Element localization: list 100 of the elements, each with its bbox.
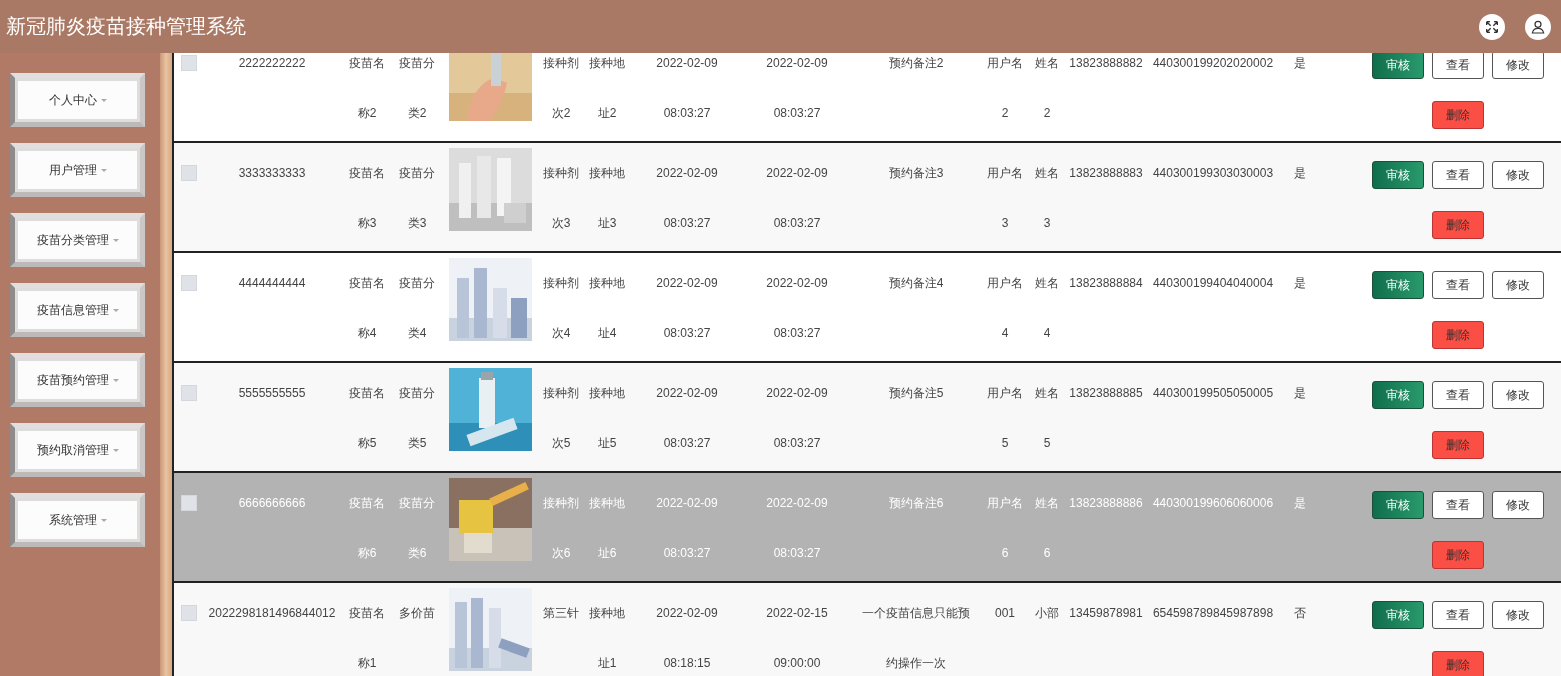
table-cell: 多价苗 [399, 606, 435, 620]
menu-item[interactable]: 疫苗分类管理 [10, 213, 145, 267]
table-cell: 姓名6 [1035, 496, 1059, 560]
table-cell: 否 [1294, 606, 1306, 620]
table-row[interactable]: 2022298181496844012 疫苗名称1 多价苗 第三针 接种地址1 2022-02-09 08:18:15 2022-02-15 09:00:00 一个疫苗信息只能预约操作一次 001 小部 13459878981 654598789845987898 否 审核 查看 修改 删除 [174, 583, 1561, 676]
view-button[interactable]: 查看 [1432, 161, 1484, 189]
menu-item[interactable]: 预约取消管理 [10, 423, 145, 477]
table-row[interactable]: 3333333333 疫苗名称3 疫苗分类3 接种剂次3 接种地址3 2022-02-09 08:03:27 2022-02-09 08:03:27 预约备注3 用户名3 姓名3 13823888883 440300199303030003 是 审核 查看 修改 删除 [174, 143, 1561, 253]
table-cell: 3333333333 [238, 166, 306, 180]
edit-button[interactable]: 修改 [1492, 161, 1544, 189]
table-cell: 是 [1294, 56, 1306, 70]
table-cell: 接种剂次2 [543, 56, 579, 120]
table-cell: 接种地址2 [589, 56, 625, 120]
row-checkbox[interactable] [181, 55, 197, 71]
table-cell: 疫苗名称2 [349, 56, 385, 120]
row-checkbox[interactable] [181, 495, 197, 511]
table-cell: 预约备注5 [888, 386, 944, 400]
table-cell: 是 [1294, 166, 1306, 180]
view-button[interactable]: 查看 [1432, 271, 1484, 299]
table-cell: 2022-02-15 09:00:00 [766, 606, 828, 670]
view-button[interactable]: 查看 [1432, 601, 1484, 629]
table-cell: 13823888885 [1069, 386, 1143, 400]
approve-button[interactable]: 审核 [1372, 601, 1424, 629]
table-cell: 姓名5 [1035, 386, 1059, 450]
table-cell: 6666666666 [238, 496, 306, 510]
table-cell: 疫苗分类4 [399, 276, 435, 340]
view-button[interactable]: 查看 [1432, 381, 1484, 409]
table-cell: 接种地址6 [589, 496, 625, 560]
table-cell: 预约备注4 [888, 276, 944, 290]
delete-button[interactable]: 删除 [1432, 211, 1484, 239]
table-cell: 用户名4 [987, 276, 1023, 340]
edit-button[interactable]: 修改 [1492, 53, 1544, 79]
table-cell: 440300199202020002 [1152, 56, 1274, 70]
table-cell: 第三针 [543, 606, 579, 620]
table-cell: 001 [995, 606, 1015, 620]
delete-button[interactable]: 删除 [1432, 651, 1484, 676]
menu-item[interactable]: 系统管理 [10, 493, 145, 547]
table-row[interactable]: 6666666666 疫苗名称6 疫苗分类6 接种剂次6 接种地址6 2022-02-09 08:03:27 2022-02-09 08:03:27 预约备注6 用户名6 姓名6 13823888886 440300199606060006 是 审核 查看 修改 删除 [174, 473, 1561, 583]
view-button[interactable]: 查看 [1432, 491, 1484, 519]
table-cell: 2022-02-09 08:03:27 [656, 496, 718, 560]
table-cell: 接种地址3 [589, 166, 625, 230]
table-cell: 2022-02-09 08:18:15 [656, 606, 718, 670]
view-button[interactable]: 查看 [1432, 53, 1484, 79]
table-cell: 440300199303030003 [1152, 166, 1274, 180]
table-cell: 疫苗名称6 [349, 496, 385, 560]
user-icon[interactable] [1525, 13, 1551, 40]
row-checkbox[interactable] [181, 275, 197, 291]
table-cell: 2022-02-09 08:03:27 [766, 496, 828, 560]
edit-button[interactable]: 修改 [1492, 601, 1544, 629]
menu-item[interactable]: 个人中心 [10, 73, 145, 127]
menu-item[interactable]: 疫苗预约管理 [10, 353, 145, 407]
table-cell: 是 [1294, 386, 1306, 400]
table-cell: 用户名5 [987, 386, 1023, 450]
table-cell: 预约备注6 [888, 496, 944, 510]
row-checkbox[interactable] [181, 605, 197, 621]
table-cell: 疫苗分类5 [399, 386, 435, 450]
table-cell: 疫苗名称3 [349, 166, 385, 230]
table-cell: 440300199404040004 [1152, 276, 1274, 290]
table-cell: 2022-02-09 08:03:27 [766, 166, 828, 230]
table-cell: 接种地址4 [589, 276, 625, 340]
table-row[interactable]: 2222222222 疫苗名称2 疫苗分类2 接种剂次2 接种地址2 2022-02-09 08:03:27 2022-02-09 08:03:27 预约备注2 用户名2 姓名2 13823888882 440300199202020002 是 审核 查看 修改 删除 [174, 53, 1561, 143]
edit-button[interactable]: 修改 [1492, 381, 1544, 409]
table-cell: 2222222222 [238, 56, 306, 70]
table-cell: 2022-02-09 08:03:27 [766, 56, 828, 120]
table-cell: 13823888886 [1069, 496, 1143, 510]
table-cell: 姓名3 [1035, 166, 1059, 230]
approve-button[interactable]: 审核 [1372, 161, 1424, 189]
delete-button[interactable]: 删除 [1432, 321, 1484, 349]
delete-button[interactable]: 删除 [1432, 541, 1484, 569]
approve-button[interactable]: 审核 [1372, 491, 1424, 519]
menu-item[interactable]: 疫苗信息管理 [10, 283, 145, 337]
table-cell: 疫苗名称4 [349, 276, 385, 340]
table-cell: 2022-02-09 08:03:27 [656, 166, 718, 230]
approve-button[interactable]: 审核 [1372, 53, 1424, 79]
approve-button[interactable]: 审核 [1372, 271, 1424, 299]
menu-item[interactable]: 用户管理 [10, 143, 145, 197]
table-cell: 2022-02-09 08:03:27 [766, 276, 828, 340]
table-cell: 预约备注3 [888, 166, 944, 180]
table-cell: 5555555555 [238, 386, 306, 400]
edit-button[interactable]: 修改 [1492, 271, 1544, 299]
table-cell: 接种剂次6 [543, 496, 579, 560]
approve-button[interactable]: 审核 [1372, 381, 1424, 409]
table-cell: 654598789845987898 [1152, 606, 1274, 620]
edit-button[interactable]: 修改 [1492, 491, 1544, 519]
table-cell: 是 [1294, 276, 1306, 290]
table-cell: 4444444444 [238, 276, 306, 290]
delete-button[interactable]: 删除 [1432, 431, 1484, 459]
table-cell: 用户名2 [987, 56, 1023, 120]
delete-button[interactable]: 删除 [1432, 101, 1484, 129]
table-cell: 疫苗分类3 [399, 166, 435, 230]
table-cell: 13459878981 [1069, 606, 1143, 620]
row-checkbox[interactable] [181, 165, 197, 181]
row-checkbox[interactable] [181, 385, 197, 401]
table-cell: 接种地址5 [589, 386, 625, 450]
table-cell: 疫苗名称5 [349, 386, 385, 450]
table-cell: 姓名4 [1035, 276, 1059, 340]
table-cell: 2022-02-09 08:03:27 [766, 386, 828, 450]
table-row[interactable]: 5555555555 疫苗名称5 疫苗分类5 接种剂次5 接种地址5 2022-02-09 08:03:27 2022-02-09 08:03:27 预约备注5 用户名5 姓名5 13823888885 440300199505050005 是 审核 查看 修改 删除 [174, 363, 1561, 473]
table-cell: 2022298181496844012 [208, 606, 336, 620]
fullscreen-icon[interactable] [1479, 13, 1505, 40]
